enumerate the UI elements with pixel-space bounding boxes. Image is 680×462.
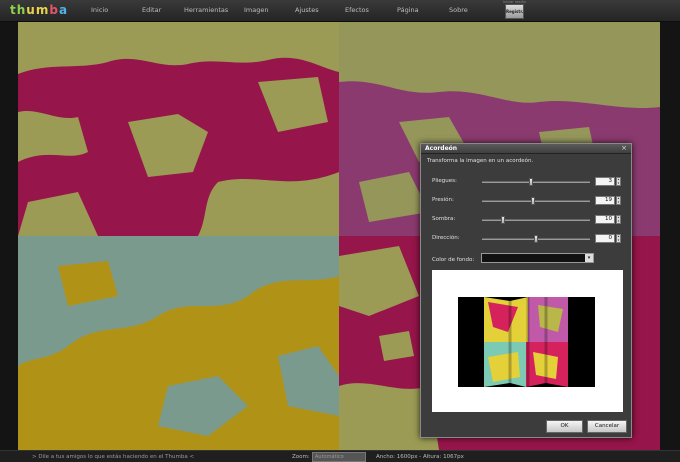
dialog-title: Acordeón xyxy=(425,145,458,152)
status-message[interactable]: > Dile a tus amigos lo que estás haciend… xyxy=(32,454,194,460)
effect-preview xyxy=(432,270,623,412)
menu-editar[interactable]: Editar xyxy=(142,6,161,14)
folds-label: Pliegues: xyxy=(432,178,457,184)
folds-slider-thumb[interactable] xyxy=(528,178,533,186)
menu-inicio[interactable]: Inicio xyxy=(91,6,108,14)
dialog-description: Transforma la imagen en un acordeón. xyxy=(427,158,534,164)
close-icon[interactable]: × xyxy=(621,144,627,152)
menu-sobre[interactable]: Sobre xyxy=(449,6,468,14)
folds-slider[interactable] xyxy=(482,178,590,186)
shadow-slider[interactable] xyxy=(482,216,590,224)
pressure-label: Presión: xyxy=(432,197,454,203)
cancel-button[interactable]: Cancelar xyxy=(587,420,627,433)
ok-button[interactable]: OK xyxy=(546,420,583,433)
menu-ajustes[interactable]: Ajustes xyxy=(295,6,319,14)
app-window: thumba Inicio Editar Herramientas Imagen… xyxy=(0,0,680,462)
folds-input[interactable]: 3 xyxy=(595,177,615,186)
chevron-down-icon[interactable]: ▾ xyxy=(585,254,593,262)
shadow-stepper[interactable]: ▴ ▾ xyxy=(616,215,621,224)
posterized-image-tl xyxy=(18,22,339,236)
menu-imagen[interactable]: Imagen xyxy=(244,6,268,14)
menu-pagina[interactable]: Página xyxy=(397,6,419,14)
direction-slider-thumb[interactable] xyxy=(534,235,538,243)
pressure-input[interactable]: 19 xyxy=(595,196,615,205)
zoom-label: Zoom: xyxy=(292,454,310,460)
menu-bar: thumba Inicio Editar Herramientas Imagen… xyxy=(0,0,680,22)
background-color-select[interactable] xyxy=(481,253,594,263)
direction-label: Dirección: xyxy=(432,235,460,241)
dialog-title-bar[interactable]: Acordeón × xyxy=(421,144,631,154)
direction-slider[interactable] xyxy=(482,235,590,243)
posterized-image-bl xyxy=(18,236,339,450)
accordion-preview-image xyxy=(484,297,568,387)
quadrant-bottom-left xyxy=(18,236,339,450)
accordion-dialog: Acordeón × Transforma la imagen en un ac… xyxy=(420,143,632,438)
image-dimensions: Ancho: 1600px - Altura: 1067px xyxy=(376,454,464,460)
preview-image xyxy=(458,297,595,387)
quadrant-top-left xyxy=(18,22,339,236)
pressure-slider[interactable] xyxy=(482,197,590,205)
direction-stepper[interactable]: ▴ ▾ xyxy=(616,234,621,243)
pressure-stepper[interactable]: ▴ ▾ xyxy=(616,196,621,205)
shadow-input[interactable]: 10 xyxy=(595,215,615,224)
menu-efectos[interactable]: Efectos xyxy=(345,6,369,14)
app-logo[interactable]: thumba xyxy=(10,3,68,17)
menu-herramientas[interactable]: Herramientas xyxy=(184,6,228,14)
shadow-slider-thumb[interactable] xyxy=(500,216,505,224)
folds-stepper[interactable]: ▴ ▾ xyxy=(616,177,621,186)
background-color-label: Color de fondo: xyxy=(432,257,475,263)
login-button[interactable]: Registr. xyxy=(505,4,524,19)
zoom-select[interactable]: Automático xyxy=(312,452,366,462)
status-bar: > Dile a tus amigos lo que estás haciend… xyxy=(0,450,680,462)
pressure-slider-thumb[interactable] xyxy=(530,197,535,205)
direction-input[interactable]: 0 xyxy=(595,234,615,243)
shadow-label: Sombra: xyxy=(432,216,456,222)
logo-text: thumba xyxy=(10,3,69,17)
